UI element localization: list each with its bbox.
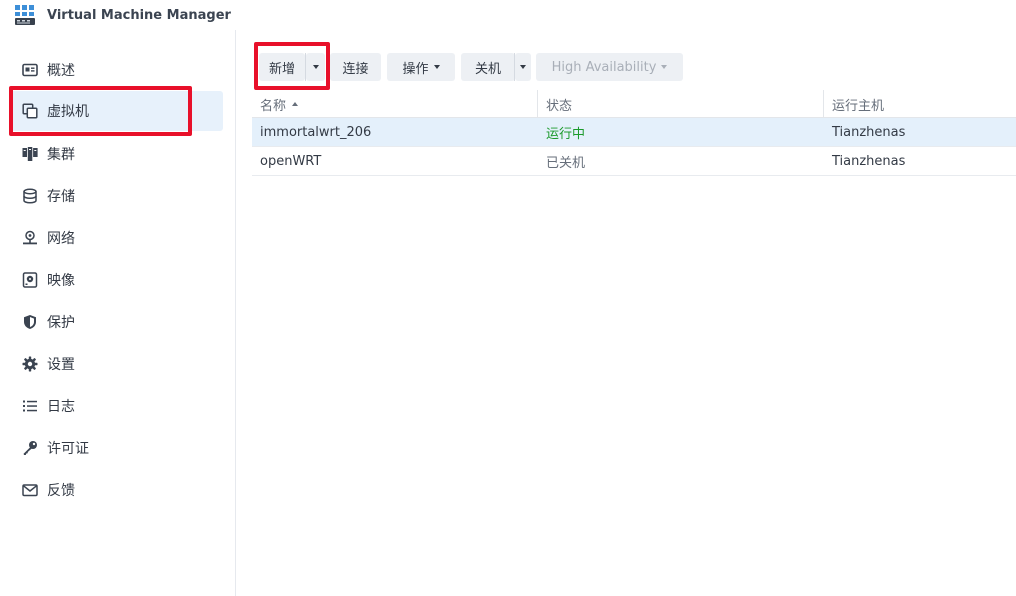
mail-icon <box>22 482 38 498</box>
create-button[interactable]: 新增 <box>259 53 305 81</box>
sort-ascending-icon <box>292 102 299 106</box>
vmm-app-icon <box>14 4 36 26</box>
sidebar-item-cluster[interactable]: 集群 <box>10 134 223 174</box>
sidebar-item-label: 许可证 <box>47 441 89 457</box>
action-dropdown-button[interactable]: 操作 <box>387 53 455 81</box>
sidebar-item-settings[interactable]: 设置 <box>10 344 223 384</box>
sidebar-item-label: 保护 <box>47 315 75 331</box>
sidebar-item-label: 虚拟机 <box>47 104 89 120</box>
column-header-label: 状态 <box>546 98 573 114</box>
shutdown-dropdown-button[interactable] <box>515 53 531 81</box>
sidebar-item-label: 网络 <box>47 231 75 247</box>
sidebar-item-storage[interactable]: 存储 <box>10 176 223 216</box>
sidebar-item-network[interactable]: 网络 <box>10 218 223 258</box>
shield-icon <box>22 314 38 330</box>
sidebar-item-label: 映像 <box>47 273 75 289</box>
table-row[interactable]: openWRT 已关机 Tianzhenas <box>252 147 1016 176</box>
storage-icon <box>22 188 38 204</box>
create-button-label: 新增 <box>268 61 295 77</box>
high-availability-label: High Availability <box>551 59 657 75</box>
sidebar-item-label: 存储 <box>47 189 75 205</box>
sidebar-item-image[interactable]: 映像 <box>10 260 223 300</box>
column-header-label: 运行主机 <box>832 98 885 114</box>
create-dropdown-button[interactable] <box>306 53 325 81</box>
sidebar-item-label: 日志 <box>47 399 75 415</box>
sidebar-item-log[interactable]: 日志 <box>10 386 223 426</box>
column-header-host[interactable]: 运行主机 <box>824 90 1016 118</box>
high-availability-button[interactable]: High Availability <box>536 53 683 81</box>
sidebar-item-label: 集群 <box>47 147 75 163</box>
connect-button[interactable]: 连接 <box>330 53 381 81</box>
vm-table: 名称 状态 运行主机 immortalwrt_206 运行中 Tianzhena… <box>252 90 1016 176</box>
sidebar-item-label: 概述 <box>47 63 75 79</box>
vm-host-cell: Tianzhenas <box>832 125 906 140</box>
chevron-down-icon <box>520 65 526 69</box>
gear-icon <box>22 356 38 372</box>
overview-icon <box>22 62 38 78</box>
key-icon <box>22 440 38 456</box>
sidebar-item-label: 设置 <box>47 357 75 373</box>
chevron-down-icon <box>312 65 319 69</box>
sidebar-item-virtual-machine[interactable]: 虚拟机 <box>10 91 223 131</box>
cluster-icon <box>22 146 38 162</box>
sidebar-item-label: 反馈 <box>47 483 75 499</box>
column-header-name[interactable]: 名称 <box>252 90 537 118</box>
vm-name-cell: openWRT <box>260 154 322 169</box>
log-list-icon <box>22 398 38 414</box>
connect-button-label: 连接 <box>342 61 369 77</box>
sidebar-item-overview[interactable]: 概述 <box>10 50 223 90</box>
shutdown-button-label: 关机 <box>474 61 501 77</box>
title-bar: Virtual Machine Manager <box>0 0 1016 30</box>
shutdown-button[interactable]: 关机 <box>461 53 515 81</box>
app-title: Virtual Machine Manager <box>47 7 231 23</box>
column-header-status[interactable]: 状态 <box>538 90 823 118</box>
vm-name-cell: immortalwrt_206 <box>260 125 372 140</box>
image-icon <box>22 272 38 288</box>
table-header: 名称 状态 运行主机 <box>252 90 1016 118</box>
virtual-machine-icon <box>22 103 38 119</box>
column-header-label: 名称 <box>260 98 287 114</box>
vm-status-cell: 运行中 <box>546 127 586 142</box>
action-button-label: 操作 <box>402 61 429 77</box>
sidebar-item-license[interactable]: 许可证 <box>10 428 223 468</box>
network-icon <box>22 230 38 246</box>
sidebar-item-feedback[interactable]: 反馈 <box>10 470 223 510</box>
vm-host-cell: Tianzhenas <box>832 154 906 169</box>
chevron-down-icon <box>433 65 440 69</box>
sidebar: 概述 虚拟机 集群 存储 网络 映像 保护 设置 日志 许可证 反馈 <box>0 30 236 596</box>
vm-status-cell: 已关机 <box>546 156 586 171</box>
sidebar-item-protection[interactable]: 保护 <box>10 302 223 342</box>
chevron-down-icon <box>661 65 668 69</box>
table-row[interactable]: immortalwrt_206 运行中 Tianzhenas <box>252 118 1016 147</box>
